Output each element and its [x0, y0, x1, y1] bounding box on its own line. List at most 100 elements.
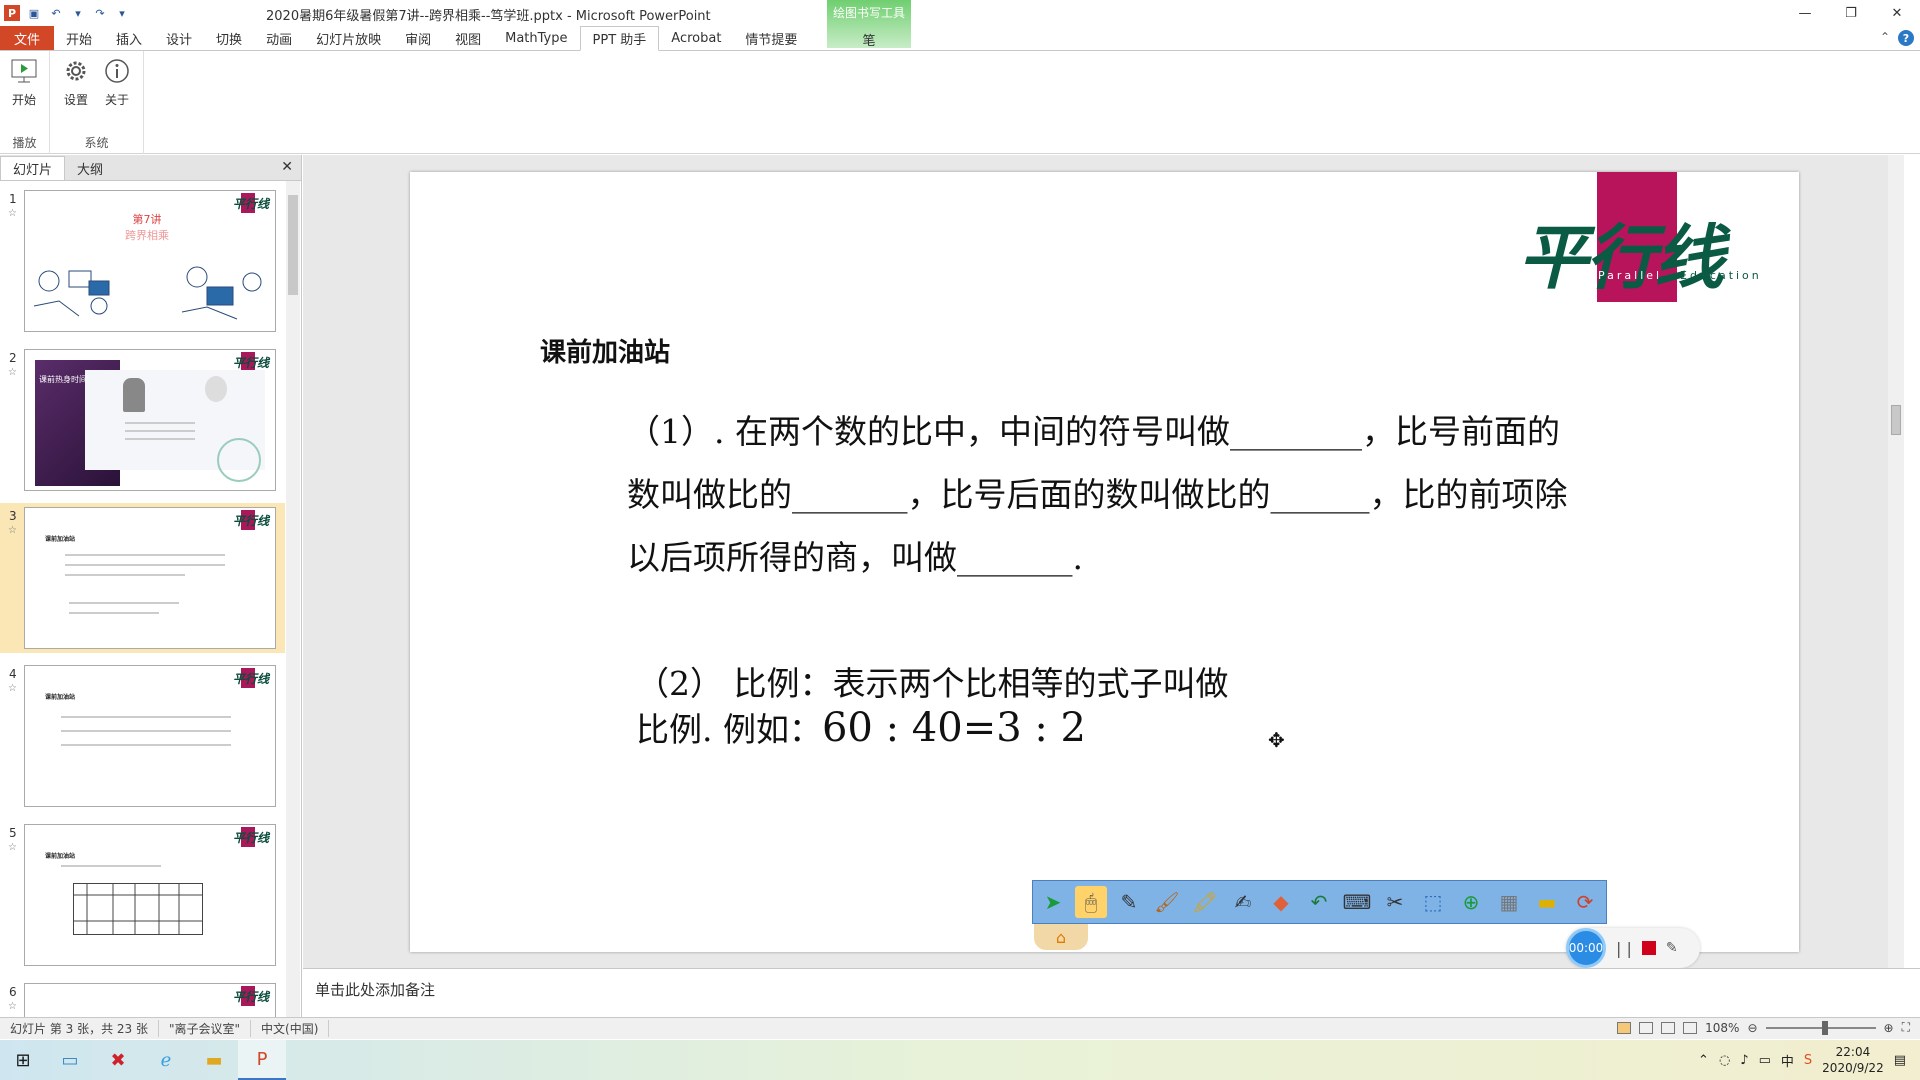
tab-review[interactable]: 审阅: [393, 26, 443, 50]
editor-scrollbar[interactable]: [1888, 155, 1904, 968]
redo-icon[interactable]: ↷: [92, 5, 108, 21]
calculator-icon[interactable]: ▦: [1493, 886, 1525, 918]
brush-icon[interactable]: 🖌: [1151, 886, 1183, 918]
file-explorer-icon[interactable]: ▭: [46, 1040, 94, 1080]
normal-view-icon[interactable]: [1617, 1021, 1632, 1034]
notification-icon[interactable]: ▤: [1894, 1053, 1906, 1068]
tab-mathtype[interactable]: MathType: [493, 26, 579, 50]
folder-icon[interactable]: ▬: [1531, 886, 1563, 918]
minimize-ribbon-icon[interactable]: ⌃: [1880, 30, 1890, 46]
xmind-icon[interactable]: ✖: [94, 1040, 142, 1080]
minimize-button[interactable]: —: [1782, 0, 1828, 26]
folder-icon[interactable]: ▬: [190, 1040, 238, 1080]
settings-button[interactable]: 设置: [56, 57, 96, 108]
tab-slideshow[interactable]: 幻灯片放映: [304, 26, 393, 50]
tab-outline[interactable]: 大纲: [65, 156, 115, 180]
slide-question-2[interactable]: （2） 比例：表示两个比相等的式子叫做 比例. 例如：60 : 40=3 : 2: [636, 662, 1229, 752]
zoom-in-icon[interactable]: ⊕: [1884, 1021, 1894, 1035]
language-indicator[interactable]: 中文(中国): [251, 1020, 330, 1037]
zoom-slider[interactable]: [1765, 1020, 1876, 1035]
powerpoint-icon[interactable]: P: [238, 1040, 286, 1080]
eraser-icon[interactable]: ◆: [1265, 886, 1297, 918]
slide-question-1[interactable]: （1）. 在两个数的比中，中间的符号叫做________，比号前面的数叫做比的_…: [627, 400, 1587, 589]
tab-transitions[interactable]: 切换: [204, 26, 254, 50]
slide-thumbnail[interactable]: 平行线 第7讲 跨界相乘: [24, 190, 276, 332]
notes-placeholder[interactable]: 单击此处添加备注: [315, 979, 435, 1000]
mouse-icon[interactable]: 🖱: [1075, 886, 1107, 918]
slide-thumbnail-row[interactable]: 1 ☆ 平行线 第7讲 跨界相乘: [0, 186, 285, 336]
settings-label: 设置: [63, 93, 88, 107]
undo-icon[interactable]: ↶: [48, 5, 64, 21]
slide-thumbnail-row[interactable]: 5 ☆ 平行线 课前加油站: [0, 820, 285, 970]
reading-view-icon[interactable]: [1661, 1021, 1676, 1034]
slide-heading[interactable]: 课前加油站: [540, 332, 670, 369]
text-pen-icon[interactable]: ✍: [1227, 886, 1259, 918]
stop-icon[interactable]: [1641, 941, 1656, 955]
arrow-icon[interactable]: ➤: [1037, 886, 1069, 918]
slide-canvas[interactable]: 平行线 Parallel Education 课前加油站 （1）. 在两个数的比…: [410, 172, 1799, 952]
highlighter-icon[interactable]: 🖍: [1189, 886, 1221, 918]
customize-qat-icon[interactable]: ▾: [114, 5, 130, 21]
refresh-icon[interactable]: ⟳: [1569, 886, 1601, 918]
undo-icon[interactable]: ↶: [1303, 886, 1335, 918]
tab-file[interactable]: 文件: [0, 26, 54, 50]
tab-slides[interactable]: 幻灯片: [0, 156, 66, 180]
slide-sorter-icon[interactable]: [1639, 1021, 1654, 1034]
zoom-level[interactable]: 108%: [1705, 1021, 1739, 1035]
dropdown-arrow-icon[interactable]: ▾: [70, 5, 86, 21]
fit-to-window-icon[interactable]: ⛶: [1902, 1020, 1910, 1035]
windows-start-icon[interactable]: ⊞: [0, 1040, 46, 1080]
record-timer[interactable]: 00:00: [1566, 928, 1606, 968]
tab-animations[interactable]: 动画: [254, 26, 304, 50]
tab-view[interactable]: 视图: [443, 26, 493, 50]
ie-icon[interactable]: ℯ: [142, 1040, 190, 1080]
tab-design[interactable]: 设计: [154, 26, 204, 50]
slide-thumbnail[interactable]: 平行线 课前加油站: [24, 665, 276, 807]
tab-ppt-helper[interactable]: PPT 助手: [579, 26, 660, 51]
slide-thumbnail[interactable]: 平行线 课前加油站: [24, 507, 276, 649]
slide-thumbnail[interactable]: 平行线 课前热身时间: [24, 349, 276, 491]
power-icon[interactable]: ▭: [1759, 1053, 1771, 1068]
close-button[interactable]: ✕: [1874, 0, 1920, 26]
tab-storyboard[interactable]: 情节提要: [733, 26, 809, 50]
screenshot-icon[interactable]: ⬚: [1417, 886, 1449, 918]
home-icon[interactable]: ⌂: [1034, 924, 1088, 950]
about-button[interactable]: 关于: [97, 57, 137, 108]
network-icon[interactable]: ◌: [1719, 1053, 1730, 1068]
zoom-slider-knob[interactable]: [1821, 1020, 1828, 1035]
pause-icon[interactable]: | |: [1616, 939, 1632, 958]
slide-thumbnail-row[interactable]: 4 ☆ 平行线 课前加油站: [0, 661, 285, 811]
help-icon[interactable]: ?: [1898, 30, 1914, 46]
volume-icon[interactable]: ♪: [1740, 1053, 1748, 1068]
zoom-out-icon[interactable]: ⊖: [1747, 1021, 1757, 1035]
close-icon[interactable]: ✕: [281, 159, 293, 175]
restore-button[interactable]: ❐: [1828, 0, 1874, 26]
tab-home[interactable]: 开始: [54, 26, 104, 50]
person-icon: [123, 378, 145, 412]
slide-thumbnail-row[interactable]: 6 ☆ 平行线: [0, 979, 285, 1017]
slide-thumbnail-row[interactable]: 3 ☆ 平行线 课前加油站: [0, 503, 285, 653]
tools-icon[interactable]: ✂: [1379, 886, 1411, 918]
powerpoint-app-icon[interactable]: P: [4, 5, 20, 21]
chevron-up-icon[interactable]: ⌃: [1698, 1053, 1709, 1068]
slide-thumbnail-row[interactable]: 2 ☆ 平行线 课前热身时间: [0, 345, 285, 495]
save-icon[interactable]: ▣: [26, 5, 42, 21]
sogou-icon[interactable]: S: [1804, 1053, 1812, 1068]
notes-pane[interactable]: 单击此处添加备注: [303, 968, 1920, 1017]
pen-icon[interactable]: ✎: [1113, 886, 1145, 918]
pen-icon[interactable]: ✎: [1666, 940, 1678, 956]
clock[interactable]: 22:04 2020/9/22: [1822, 1044, 1884, 1076]
slideshow-view-icon[interactable]: [1683, 1021, 1698, 1034]
tab-insert[interactable]: 插入: [104, 26, 154, 50]
new-page-icon[interactable]: ⊕: [1455, 886, 1487, 918]
scrollbar-thumb[interactable]: [288, 195, 298, 295]
thumb-title: 课前热身时间: [39, 375, 87, 384]
slide-thumbnail[interactable]: 平行线 课前加油站: [24, 824, 276, 966]
start-button[interactable]: 开始: [4, 57, 44, 108]
slide-thumbnail[interactable]: 平行线: [24, 983, 276, 1017]
panel-scrollbar[interactable]: [286, 181, 300, 1017]
input-method-icon[interactable]: 中: [1781, 1051, 1794, 1070]
scrollbar-thumb[interactable]: [1891, 405, 1901, 435]
keyboard-icon[interactable]: ⌨: [1341, 886, 1373, 918]
tab-acrobat[interactable]: Acrobat: [659, 26, 733, 50]
